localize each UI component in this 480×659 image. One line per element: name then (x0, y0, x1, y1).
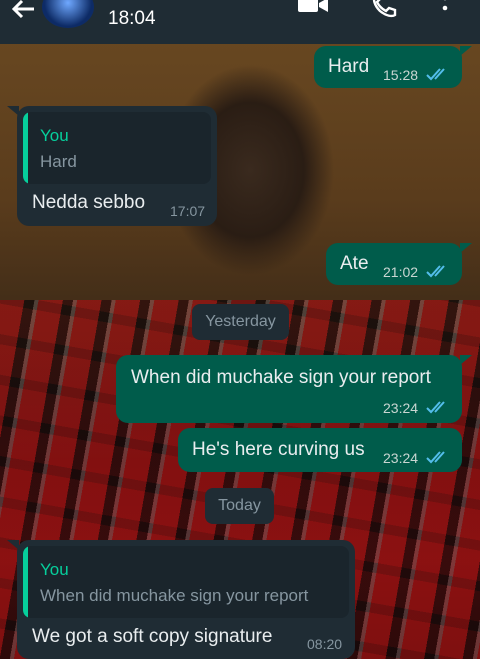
message-time: 23:24 (383, 450, 419, 466)
read-ticks-icon (426, 265, 445, 278)
quote-bar (23, 112, 28, 184)
message-incoming[interactable]: You When did muchake sign your report We… (7, 540, 355, 659)
video-call-icon[interactable] (296, 0, 330, 16)
more-options-icon[interactable] (438, 0, 452, 16)
message-text: Nedda sebbo (32, 192, 146, 213)
message-outgoing[interactable]: Ate 21:02 (326, 243, 472, 285)
quote-text: When did muchake sign your report (40, 586, 309, 605)
quote-author: You (40, 560, 69, 579)
message-text: Hard (328, 56, 370, 77)
bubble-tail (7, 540, 19, 550)
message-time: 23:24 (383, 400, 419, 416)
bubble-tail (460, 46, 472, 56)
date-chip-yesterday: Yesterday (192, 304, 289, 340)
back-arrow-icon[interactable] (8, 0, 38, 24)
voice-call-icon[interactable] (370, 0, 398, 18)
quote-author: You (40, 126, 69, 145)
chat-header: 18:04 (0, 0, 480, 44)
date-chip-today: Today (205, 488, 274, 524)
header-time: 18:04 (108, 8, 156, 29)
message-text: He's here curving us (192, 439, 365, 460)
message-text: We got a soft copy signature (32, 626, 273, 647)
bubble-tail (7, 106, 19, 116)
reply-quote[interactable]: You Hard (23, 112, 211, 184)
message-outgoing[interactable]: Hard 15:28 (314, 46, 472, 88)
bubble-tail (460, 355, 472, 365)
message-time: 17:07 (170, 203, 206, 219)
quote-bar (23, 546, 28, 618)
message-time: 15:28 (383, 67, 419, 83)
read-ticks-icon (426, 68, 445, 81)
reply-quote[interactable]: You When did muchake sign your report (23, 546, 349, 618)
bubble-tail (460, 243, 472, 253)
message-incoming[interactable]: You Hard Nedda sebbo 17:07 (7, 106, 217, 226)
message-text: When did muchake sign your report (131, 367, 431, 388)
message-time: 08:20 (307, 636, 343, 652)
message-text: Ate (340, 253, 369, 274)
read-ticks-icon (426, 451, 445, 464)
read-ticks-icon (426, 401, 445, 414)
message-outgoing[interactable]: He's here curving us 23:24 (178, 428, 462, 472)
message-time: 21:02 (383, 264, 419, 280)
avatar[interactable] (42, 0, 94, 28)
quote-text: Hard (40, 152, 77, 171)
message-outgoing[interactable]: When did muchake sign your report 23:24 (116, 355, 472, 423)
